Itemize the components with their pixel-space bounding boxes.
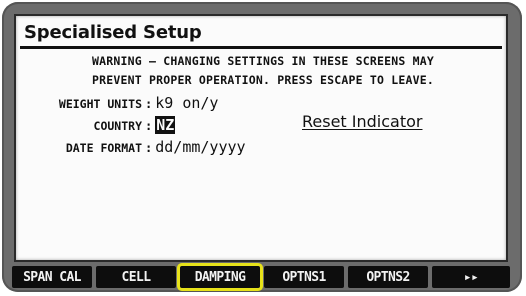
colon: : [145, 141, 153, 155]
country-label: COUNTRY [93, 119, 142, 133]
title-divider [20, 46, 502, 49]
softkey-span-cal[interactable]: SPAN CAL [12, 266, 92, 288]
setting-row-date-format[interactable]: DATE FORMAT: dd/mm/yyyy [16, 137, 246, 156]
setting-row-weight-units[interactable]: WEIGHT UNITS: k9 on/y [16, 93, 219, 112]
lcd-screen: Specialised Setup WARNING – CHANGING SET… [14, 14, 508, 262]
softkey-optns2[interactable]: OPTNS2 [348, 266, 428, 288]
date-format-value[interactable]: dd/mm/yyyy [155, 138, 245, 156]
warning-text-line-2: PREVENT PROPER OPERATION. PRESS ESCAPE T… [92, 73, 434, 87]
softkey-optns1[interactable]: OPTNS1 [264, 266, 344, 288]
country-value-selected[interactable]: NZ [155, 116, 176, 134]
softkey-bar: SPAN CAL CELL DAMPING OPTNS1 OPTNS2 ▸▸ [12, 266, 514, 288]
softkey-damping[interactable]: DAMPING [180, 266, 260, 288]
softkey-cell[interactable]: CELL [96, 266, 176, 288]
weight-units-label: WEIGHT UNITS [58, 97, 142, 111]
reset-indicator-link[interactable]: Reset Indicator [302, 112, 422, 131]
setting-row-country[interactable]: COUNTRY: NZ [16, 115, 176, 134]
screen-title: Specialised Setup [24, 22, 202, 43]
colon: : [145, 119, 153, 133]
softkey-next-icon[interactable]: ▸▸ [432, 266, 510, 288]
colon: : [145, 97, 153, 111]
weight-units-value[interactable]: k9 on/y [155, 94, 218, 112]
warning-text-line-1: WARNING – CHANGING SETTINGS IN THESE SCR… [92, 54, 434, 68]
date-format-label: DATE FORMAT [65, 141, 142, 155]
